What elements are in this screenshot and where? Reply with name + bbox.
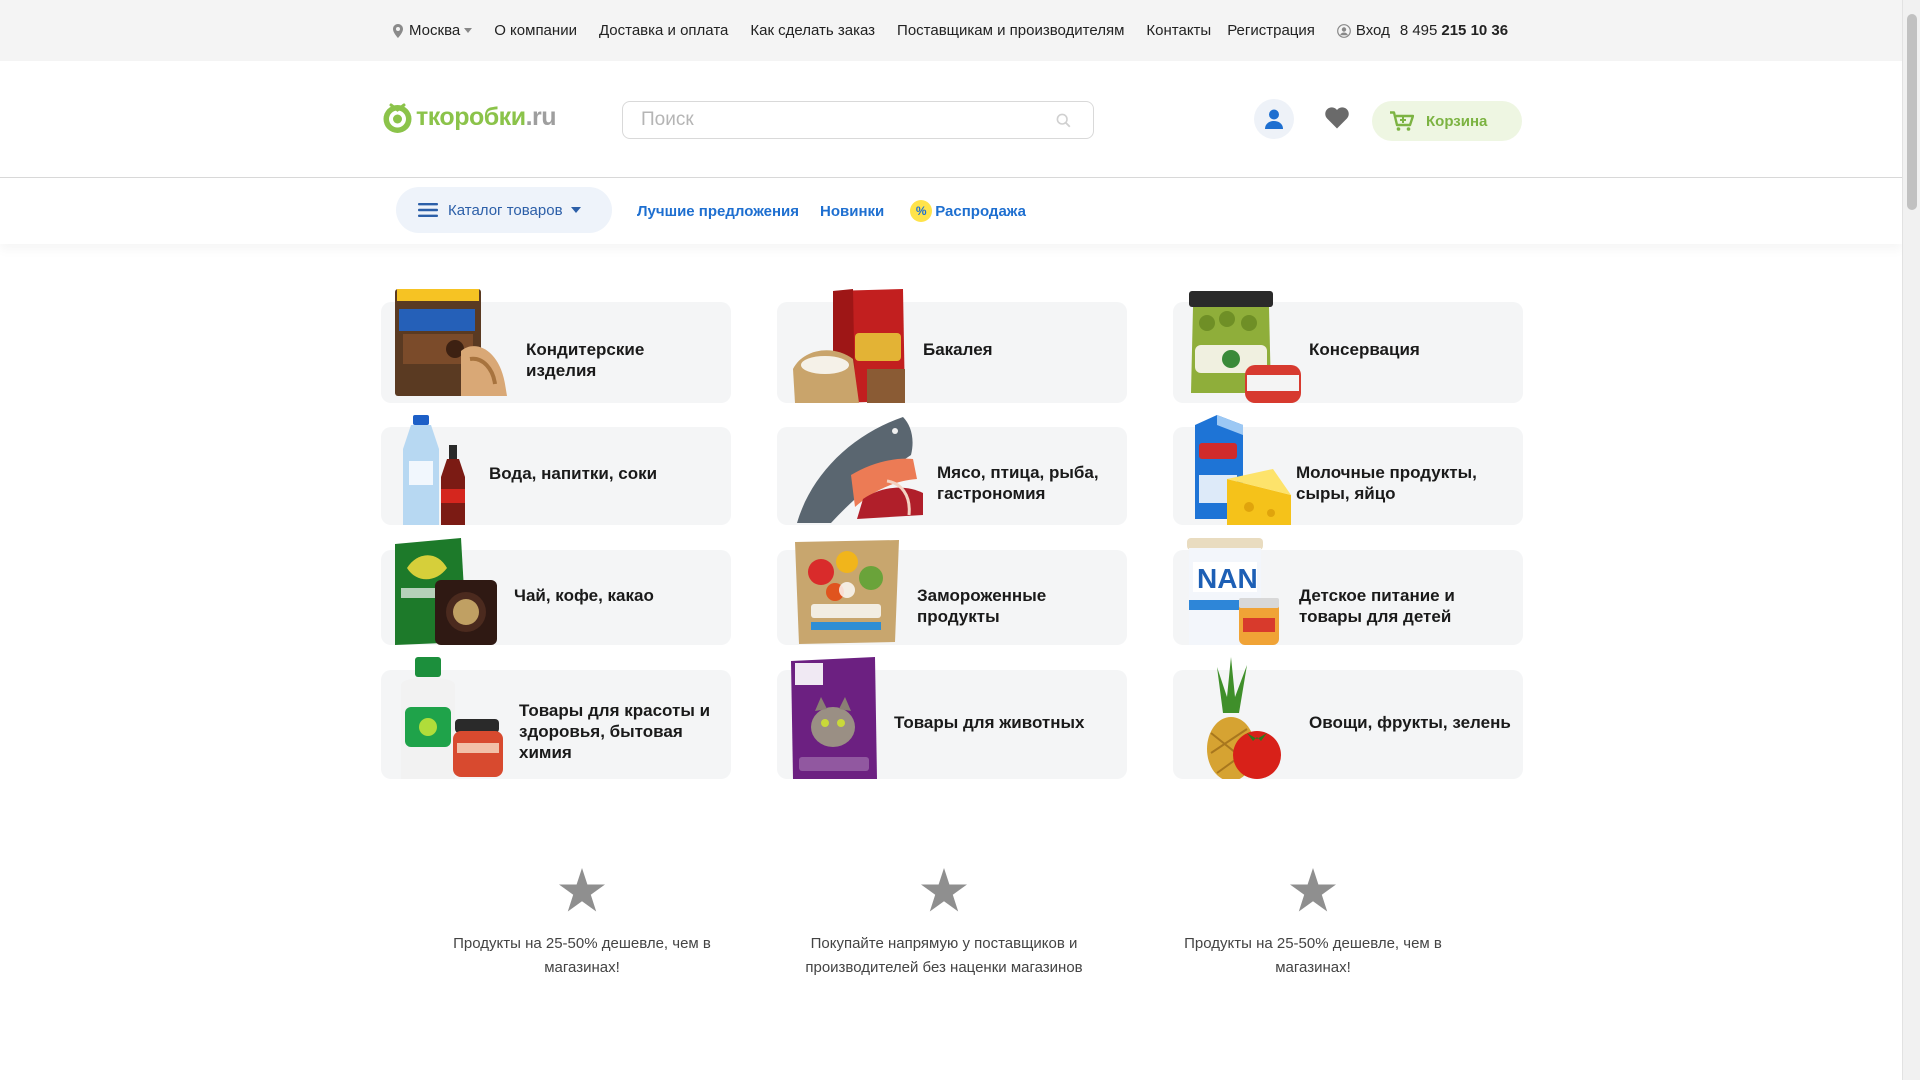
baby-formula-icon: NAN xyxy=(1187,538,1279,645)
category-card-confectionery[interactable]: Кондитерские изделия xyxy=(381,289,731,403)
flour-bag-icon xyxy=(793,289,905,403)
logo-domain: .ru xyxy=(525,102,557,131)
account-button[interactable] xyxy=(1254,99,1294,139)
category-card-produce[interactable]: Овощи, фрукты, зелень xyxy=(1173,657,1523,779)
category-label: Консервация xyxy=(1309,340,1420,359)
category-label: Мясо, птица, рыба, гастрономия xyxy=(937,463,1099,503)
logo-box-icon xyxy=(383,103,412,133)
category-label: Товары для животных xyxy=(894,713,1085,732)
star-icon xyxy=(921,868,967,912)
category-label: Вода, напитки, соки xyxy=(489,464,658,483)
category-label: Чай, кофе, какао xyxy=(514,586,654,605)
link-registration[interactable]: Регистрация xyxy=(1227,22,1315,39)
site-logo[interactable]: ткоробки.ru xyxy=(381,99,557,135)
jar-can-icon xyxy=(1189,291,1301,403)
logo-name: ткоробки xyxy=(416,102,526,131)
location-pin-icon xyxy=(393,23,403,38)
category-label: Молочные продукты, сыры, яйцо xyxy=(1296,463,1477,503)
link-suppliers[interactable]: Поставщикам и производителям xyxy=(897,22,1124,39)
nav-sale[interactable]: % Распродажа xyxy=(910,200,1026,222)
login-label: Вход xyxy=(1355,22,1390,39)
cart-icon xyxy=(1390,111,1414,131)
logo-wordmark: ткоробки.ru xyxy=(416,102,557,132)
link-how-to-order[interactable]: Как сделать заказ xyxy=(750,22,875,39)
chevron-down-icon xyxy=(570,207,581,213)
category-card-drinks[interactable]: Вода, напитки, соки xyxy=(381,415,731,525)
advantage-item: Покупайте напрямую у поставщиков и произ… xyxy=(794,868,1094,980)
link-delivery[interactable]: Доставка и оплата xyxy=(599,22,728,39)
search-input[interactable] xyxy=(641,102,1041,138)
frozen-veg-icon xyxy=(795,540,899,644)
phone-prefix[interactable]: 8 495 xyxy=(1400,22,1438,39)
category-label: Замороженные продукты xyxy=(917,586,1047,626)
site-header: ткоробки.ru Корзина xyxy=(0,61,1902,178)
category-label: Бакалея xyxy=(923,340,993,359)
category-label: Товары для красоты и здоровья, бытовая х… xyxy=(519,701,711,762)
bottles-icon xyxy=(403,415,465,525)
category-card-dairy[interactable]: Молочные продукты, сыры, яйцо xyxy=(1173,415,1523,525)
top-utility-bar: Москва О компании Доставка и оплата Как … xyxy=(0,0,1902,61)
city-selector[interactable]: Москва xyxy=(393,22,473,39)
advantage-text: Продукты на 25-50% дешевле, чем в магази… xyxy=(1184,935,1442,976)
search-icon[interactable] xyxy=(1056,113,1071,128)
cart-label: Корзина xyxy=(1426,112,1488,130)
nav-best-offers[interactable]: Лучшие предложения xyxy=(637,203,799,220)
percent-badge-icon: % xyxy=(910,200,933,222)
nav-sale-label: Распродажа xyxy=(935,202,1026,220)
category-card-frozen[interactable]: Замороженные продукты xyxy=(777,540,1127,645)
category-card-canned[interactable]: Консервация xyxy=(1173,291,1523,403)
page-scrollbar[interactable] xyxy=(1902,0,1920,1080)
fish-meat-icon xyxy=(797,417,923,523)
link-contacts[interactable]: Контакты xyxy=(1146,22,1211,39)
category-card-beauty[interactable]: Товары для красоты и здоровья, бытовая х… xyxy=(381,657,731,779)
cart-button[interactable]: Корзина xyxy=(1372,101,1522,141)
chevron-down-icon xyxy=(464,28,473,33)
advantage-item: Продукты на 25-50% дешевле, чем в магази… xyxy=(1163,868,1463,980)
city-name: Москва xyxy=(409,22,461,39)
detergent-cosmetics-icon xyxy=(401,657,503,779)
category-label: Кондитерские изделия xyxy=(526,340,645,380)
svg-text:NAN: NAN xyxy=(1197,563,1258,594)
catalog-label: Каталог товаров xyxy=(448,201,563,219)
pineapple-tomato-icon xyxy=(1207,657,1281,779)
menu-icon xyxy=(418,203,438,217)
category-card-baby[interactable]: NAN Детское питание и товары для детей xyxy=(1173,538,1523,645)
phone-number[interactable]: 215 10 36 xyxy=(1441,22,1508,39)
nav-new-arrivals[interactable]: Новинки xyxy=(820,203,884,220)
catalog-nav: Каталог товаров Лучшие предложения Новин… xyxy=(0,178,1902,244)
category-label: Детское питание и товары для детей xyxy=(1299,586,1455,626)
login-link[interactable]: Вход xyxy=(1336,22,1390,39)
cat-food-icon xyxy=(791,657,877,779)
advantage-item: Продукты на 25-50% дешевле, чем в магази… xyxy=(432,868,732,980)
advantage-text: Покупайте напрямую у поставщиков и произ… xyxy=(805,935,1083,976)
user-icon xyxy=(1265,109,1283,129)
milk-cheese-icon xyxy=(1195,415,1291,525)
category-card-meat-fish[interactable]: Мясо, птица, рыба, гастрономия xyxy=(777,417,1127,525)
star-icon xyxy=(1290,868,1336,912)
top-utility-links: Москва О компании Доставка и оплата Как … xyxy=(393,0,1508,61)
category-card-tea-coffee[interactable]: Чай, кофе, какао xyxy=(381,538,731,645)
category-card-grocery[interactable]: Бакалея xyxy=(777,289,1127,403)
link-about[interactable]: О компании xyxy=(494,22,577,39)
search-box xyxy=(622,101,1094,139)
scrollbar-thumb[interactable] xyxy=(1907,14,1917,210)
candy-icon xyxy=(395,289,507,396)
nav-links: Лучшие предложения Новинки % Распродажа xyxy=(637,178,1026,244)
category-card-pets[interactable]: Товары для животных xyxy=(777,657,1127,779)
tea-coffee-icon xyxy=(395,538,497,645)
star-icon xyxy=(559,868,605,912)
user-circle-icon xyxy=(1336,23,1351,38)
category-label: Овощи, фрукты, зелень xyxy=(1309,713,1511,732)
heart-icon[interactable] xyxy=(1325,107,1349,129)
catalog-button[interactable]: Каталог товаров xyxy=(396,187,612,233)
advantage-text: Продукты на 25-50% дешевле, чем в магази… xyxy=(453,935,711,976)
